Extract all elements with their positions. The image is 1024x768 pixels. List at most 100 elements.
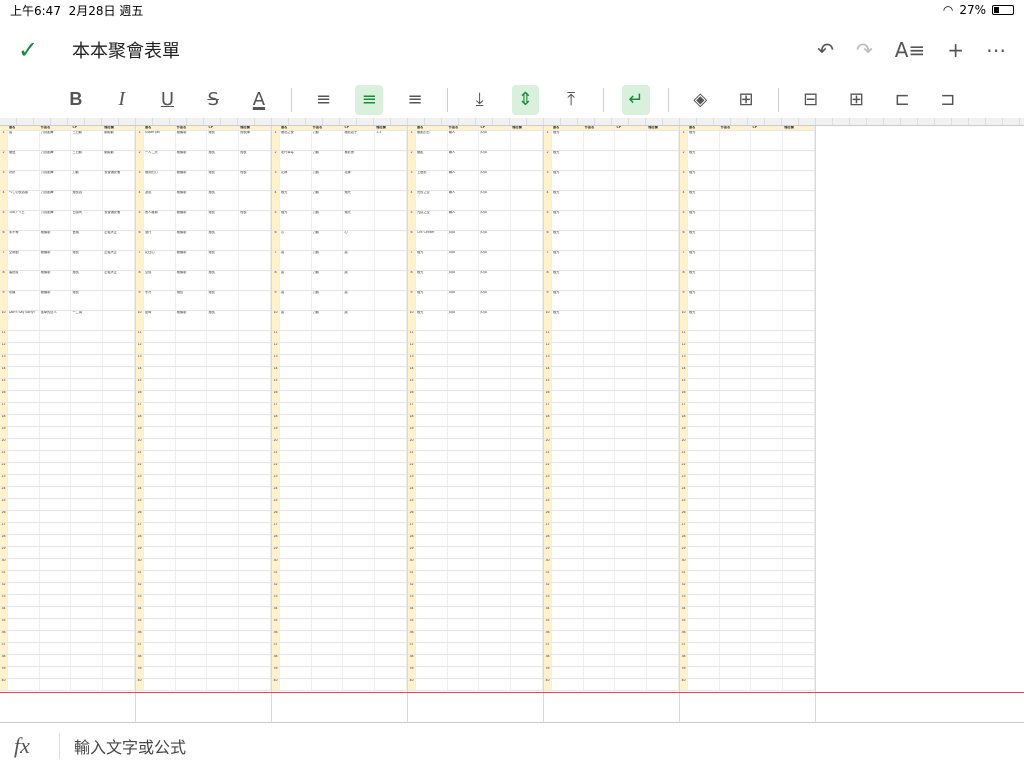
cell[interactable] [416,354,448,366]
cell[interactable] [615,210,648,230]
cell[interactable] [783,666,816,678]
cell[interactable] [511,354,544,366]
cell[interactable] [416,570,448,582]
cell[interactable] [8,534,40,546]
cell[interactable] [615,582,648,594]
cell[interactable] [751,378,784,390]
cell[interactable] [511,426,544,438]
cell[interactable] [783,230,816,250]
cell[interactable] [312,330,344,342]
cell[interactable] [615,170,648,190]
cell[interactable] [40,438,72,450]
cell[interactable] [615,366,648,378]
cell[interactable] [375,606,408,618]
cell[interactable] [375,678,408,690]
column-header[interactable] [680,118,697,125]
cell[interactable] [144,630,176,642]
cell[interactable] [720,678,752,690]
cell[interactable] [479,654,512,666]
cell[interactable] [479,330,512,342]
column-header[interactable] [850,118,867,125]
header-cell[interactable]: 備註欄 [375,126,408,130]
cell[interactable] [647,678,680,690]
cell[interactable] [343,570,376,582]
column-header[interactable] [799,118,816,125]
cell[interactable] [615,654,648,666]
cell[interactable] [688,582,720,594]
cell[interactable] [751,390,784,402]
cell[interactable] [280,486,312,498]
cell[interactable] [479,402,512,414]
cell[interactable] [720,190,752,210]
cell[interactable] [280,498,312,510]
cell[interactable] [103,582,136,594]
cell[interactable]: 極機制 [40,270,72,290]
cell[interactable] [239,462,272,474]
cell[interactable] [40,366,72,378]
cell[interactable] [751,486,784,498]
header-cell[interactable]: CP [71,126,104,130]
cell[interactable] [343,330,376,342]
cell[interactable] [720,546,752,558]
cell[interactable]: 極機制 [176,130,208,150]
column-header[interactable] [0,118,17,125]
cell[interactable] [511,498,544,510]
cell[interactable]: 燭光 [552,270,584,290]
cell[interactable] [375,486,408,498]
cell[interactable] [720,654,752,666]
cell[interactable]: 燭光 [552,310,584,330]
cell[interactable] [479,618,512,630]
cell[interactable] [239,606,272,618]
cell[interactable] [312,594,344,606]
column-header[interactable] [884,118,901,125]
cell[interactable] [783,402,816,414]
cell[interactable] [783,330,816,342]
cell[interactable] [479,414,512,426]
cell[interactable] [375,594,408,606]
cell[interactable] [375,310,408,330]
cell[interactable] [511,594,544,606]
cell[interactable] [511,678,544,690]
cell[interactable]: 燭長 [207,250,240,270]
cell[interactable] [751,170,784,190]
cell[interactable] [103,438,136,450]
cell[interactable]: 燭光 [552,130,584,150]
cell[interactable]: 燭長 [207,290,240,310]
cell[interactable] [207,390,240,402]
cell[interactable] [176,450,208,462]
cell[interactable] [647,130,680,150]
cell[interactable]: 極機制 [40,290,72,310]
cell[interactable] [176,402,208,414]
cell[interactable] [144,534,176,546]
cell[interactable] [647,462,680,474]
cell[interactable] [511,402,544,414]
cell[interactable] [688,330,720,342]
cell[interactable] [176,426,208,438]
cell[interactable] [280,366,312,378]
cell[interactable]: JUJU [448,230,480,250]
cell[interactable] [280,378,312,390]
column-header[interactable] [765,118,782,125]
cell[interactable] [8,366,40,378]
cell[interactable]: 燭光 [552,210,584,230]
header-cell[interactable]: 書名 [8,126,40,130]
cell[interactable] [40,498,72,510]
cell[interactable] [8,414,40,426]
cell[interactable] [751,230,784,250]
cell[interactable] [416,510,448,522]
cell[interactable] [375,630,408,642]
cell[interactable] [8,354,40,366]
column-header[interactable] [986,118,1003,125]
cell[interactable] [783,250,816,270]
cell[interactable] [8,642,40,654]
cell[interactable] [312,546,344,558]
cell[interactable] [720,366,752,378]
cell[interactable] [8,558,40,570]
cell[interactable] [511,250,544,270]
cell[interactable] [584,330,616,342]
cell[interactable] [176,498,208,510]
cell[interactable] [103,390,136,402]
cell[interactable] [615,510,648,522]
cell[interactable] [8,606,40,618]
cell[interactable] [144,366,176,378]
